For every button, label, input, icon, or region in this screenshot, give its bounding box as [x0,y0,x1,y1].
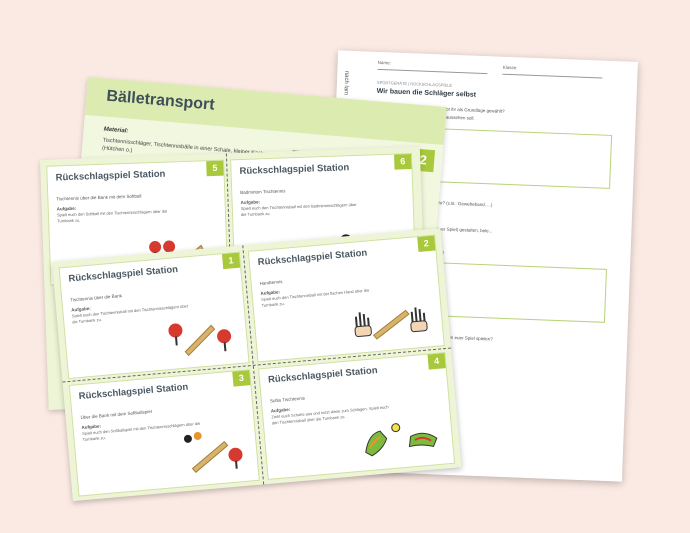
hands-icon [354,307,428,340]
table-tennis-paddles-icon [168,323,232,357]
name-label: Name: [377,59,392,66]
card-number-badge: 1 [221,252,241,270]
worksheet-title: Wir bauen die Schläger selbst [376,87,477,99]
answer-box [438,128,613,189]
card-number-badge: 5 [206,160,224,177]
card-title: Rückschlagspiel Station [257,247,368,269]
worksheet-line: ihr? (z.B.: Gewebeband, ...) [437,200,493,208]
card-number-badge: 6 [394,154,412,170]
sheet-title: Bälletransport [105,87,216,114]
station-card: Rückschlagspiel Station 2 Handtennis Auf… [247,234,445,363]
card-task-label: Aufgabe: [240,199,261,206]
card-subtitle: Handtennis [259,279,283,286]
worksheet-line: habt ihr als Grundlage gewählt? [440,106,505,114]
card-title: Rückschlagspiel Station [267,365,378,386]
card-subtitle: Badminton Tischtennis [240,188,286,196]
name-line [377,68,488,75]
klasse-line [502,73,603,79]
card-title: Rückschlagspiel Station [239,162,350,178]
card-title: Rückschlagspiel Station [68,264,179,285]
card-subtitle: Über die Bank mit dem Softballspiel [80,408,152,421]
card-subtitle: Tischtennis über die Bank mit dem Softba… [56,193,142,202]
card-number-badge: 2 [417,235,436,253]
worksheet-line: euer Spiel) gestalten, bele... [436,226,493,234]
product-scene: nach lam Name: Klasse: SPORTGERÄTE | RÜC… [0,0,690,533]
station-card: Rückschlagspiel Station 3 Über die Bank … [68,369,260,497]
card-title: Rückschlagspiel Station [55,168,166,184]
card-number-badge: 4 [427,353,446,370]
klasse-label: Klasse: [502,64,518,71]
material-label: Material: [103,126,129,135]
shoes-icon [365,423,438,457]
card-sheet-front: Rückschlagspiel Station 1 Tischtennis üb… [52,228,462,502]
station-card: Rückschlagspiel Station 4 Softis Tischte… [258,352,456,481]
station-card: Rückschlagspiel Station 1 Tischtennis üb… [58,251,250,380]
card-number-badge: 3 [232,370,251,387]
card-title: Rückschlagspiel Station [78,381,189,403]
card-subtitle: Tischtennis über die Bank [70,293,123,303]
card-task-label: Aufgabe: [56,205,77,212]
paddles-and-balls-icon [183,431,243,473]
answer-box [433,262,607,323]
card-subtitle: Softis Tischtennis [269,395,306,404]
worksheet-side-label: nach lam [342,70,350,96]
worksheet-kicker: SPORTGERÄTE | RÜCKSCHLAGSPIELE [376,79,453,88]
